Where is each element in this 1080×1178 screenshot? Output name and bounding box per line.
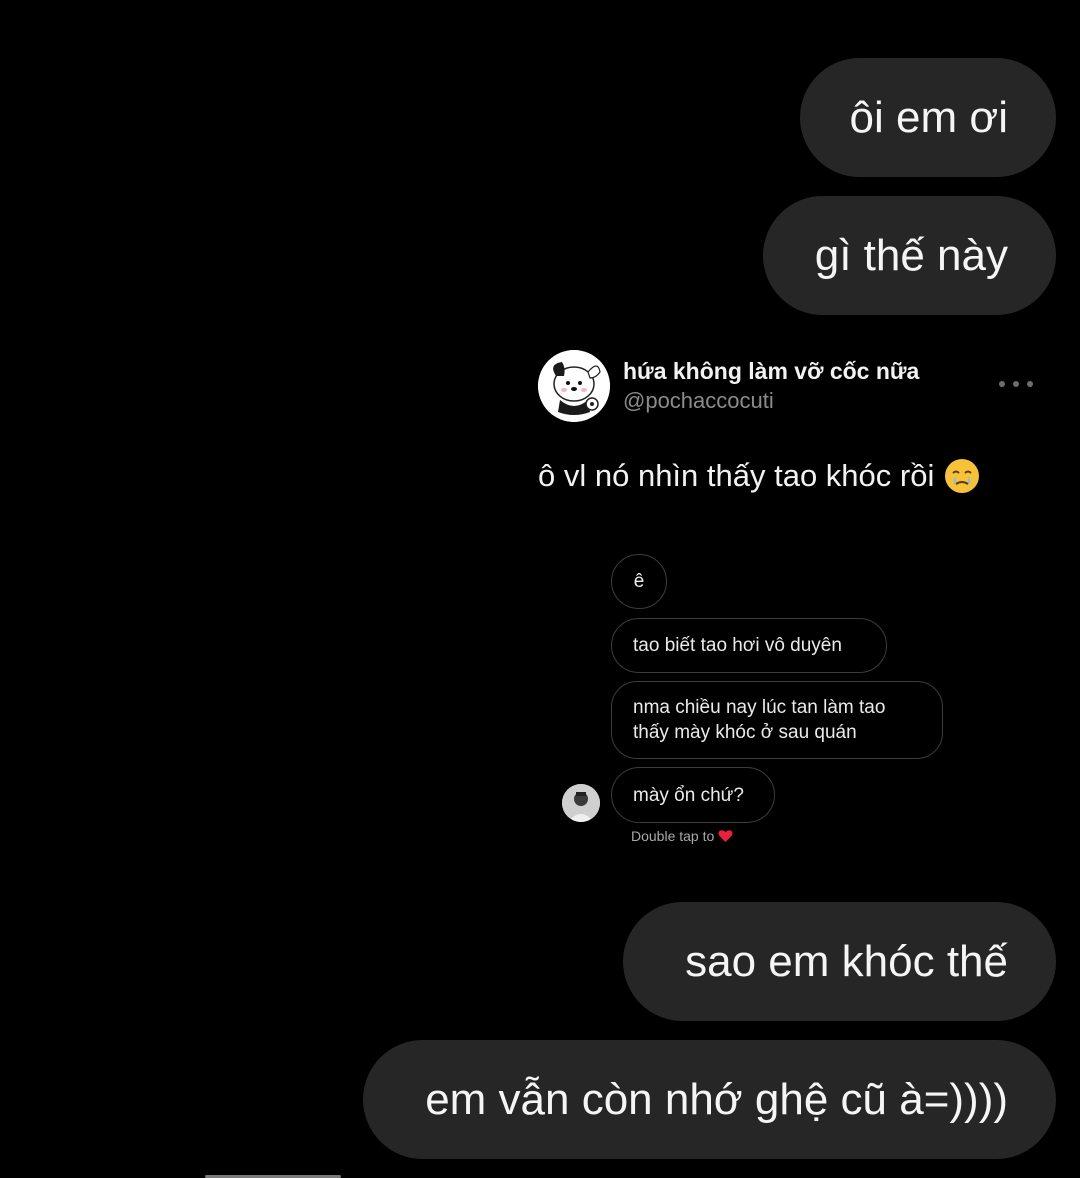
pochacco-avatar-icon[interactable] [538, 350, 610, 422]
dm-message-bubble: mày ổn chứ? [611, 767, 775, 823]
dm-message-text: tao biết tao hơi vô duyên [633, 635, 842, 656]
dm-message-text: mày ổn chứ? [633, 784, 744, 806]
sent-message-bubble[interactable]: sao em khóc thế [623, 902, 1056, 1021]
message-text: em vẫn còn nhớ ghệ cũ à=)))) [425, 1074, 1008, 1124]
dm-message-text: ê [633, 571, 645, 592]
dm-sender-avatar [562, 784, 600, 822]
heart-icon [718, 829, 733, 843]
double-tap-hint: Double tap to [631, 828, 733, 844]
message-text: ôi em ơi [849, 92, 1008, 142]
message-text: gì thế này [814, 230, 1008, 280]
double-tap-text: Double tap to [631, 828, 715, 844]
face-holding-back-tears-icon [944, 458, 980, 494]
dm-message-bubble: tao biết tao hơi vô duyên [611, 618, 887, 673]
dm-message-text: nma chiều nay lúc tan làm tao [633, 697, 886, 718]
dm-message-bubble: ê [611, 554, 667, 609]
sent-message-bubble[interactable]: gì thế này [763, 196, 1056, 315]
tweet-text-content: ô vl nó nhìn thấy tao khóc rồi [538, 458, 935, 493]
dm-message-text: thấy mày khóc ở sau quán [633, 722, 857, 743]
tweet-handle[interactable]: @pochaccocuti [623, 388, 774, 414]
tweet-text: ô vl nó nhìn thấy tao khóc rồi [538, 458, 980, 494]
sent-message-bubble[interactable]: ôi em ơi [800, 58, 1056, 177]
sent-message-bubble[interactable]: em vẫn còn nhớ ghệ cũ à=)))) [363, 1040, 1056, 1159]
tweet-display-name[interactable]: hứa không làm vỡ cốc nữa [623, 358, 919, 385]
more-options-icon[interactable] [999, 372, 1033, 396]
message-text: sao em khóc thế [685, 936, 1008, 986]
dm-message-bubble: nma chiều nay lúc tan làm tao thấy mày k… [611, 681, 943, 759]
